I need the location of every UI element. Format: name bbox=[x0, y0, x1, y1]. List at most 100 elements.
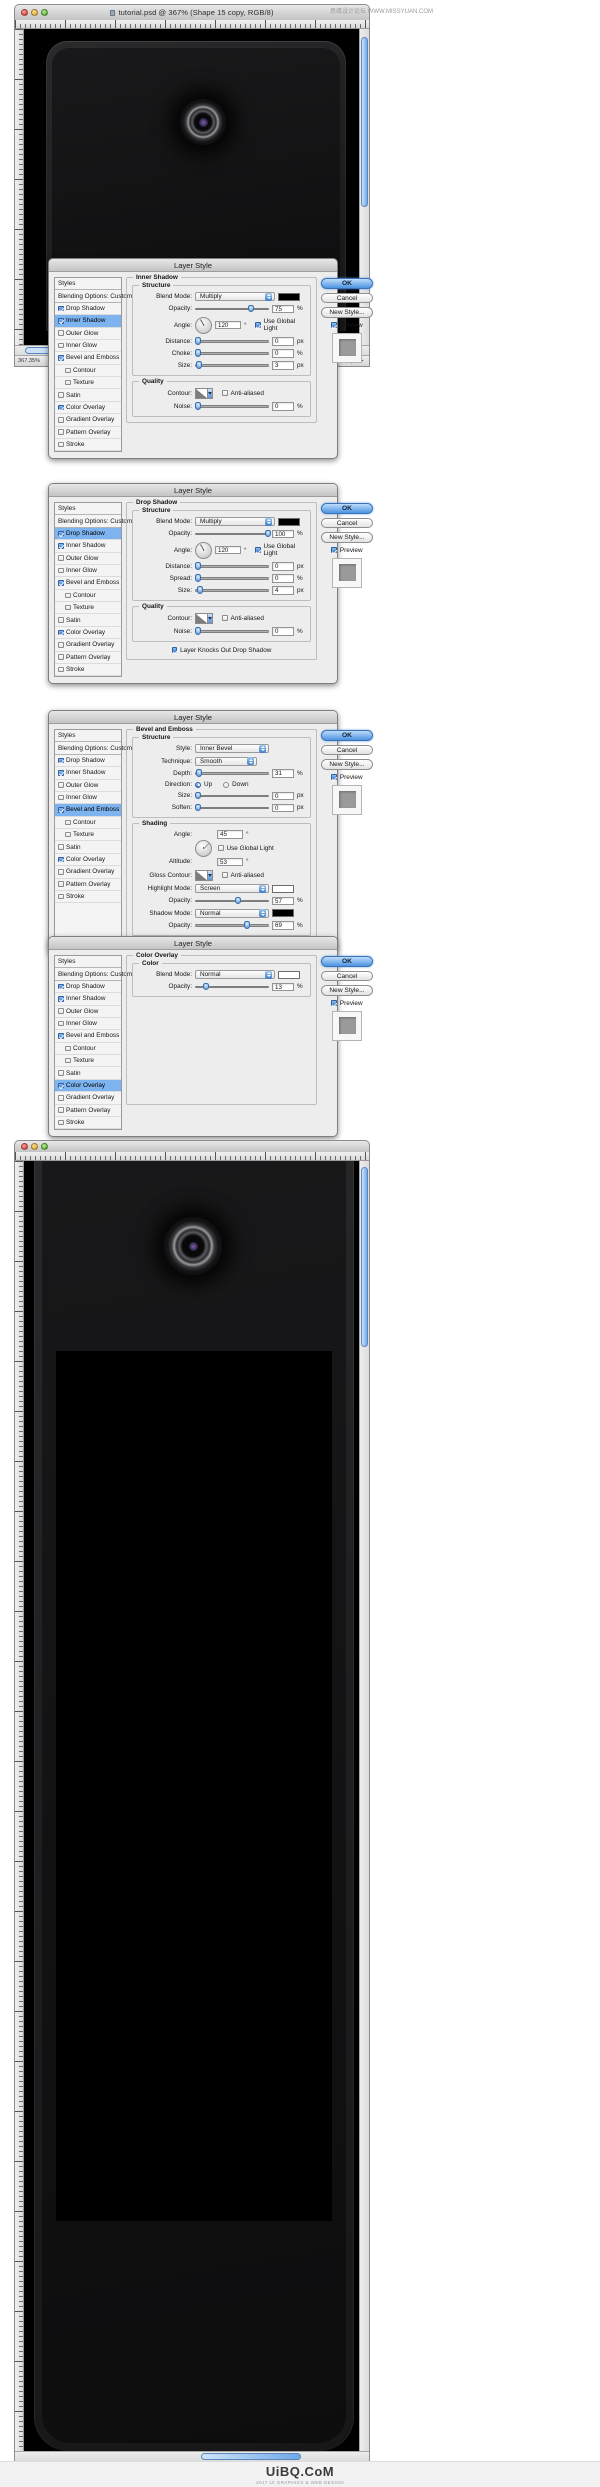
style-item-gradient-overlay-1[interactable]: Gradient Overlay bbox=[55, 414, 121, 427]
preview-checkbox-3[interactable] bbox=[331, 774, 337, 780]
dialog-title-bevel-emboss[interactable]: Layer Style bbox=[49, 711, 337, 724]
cancel-button-2[interactable]: Cancel bbox=[321, 517, 373, 528]
choke-slider-1[interactable] bbox=[195, 349, 269, 357]
horizontal-ruler[interactable] bbox=[15, 20, 369, 29]
style-item-stroke-4[interactable]: Stroke bbox=[55, 1117, 121, 1130]
checkbox-icon[interactable] bbox=[58, 555, 64, 561]
direction-down-radio-3[interactable] bbox=[223, 781, 230, 788]
cancel-button-3[interactable]: Cancel bbox=[321, 744, 373, 755]
contour-preset-picker-2[interactable] bbox=[195, 612, 213, 624]
style-item-pattern-overlay-1[interactable]: Pattern Overlay bbox=[55, 427, 121, 439]
checkbox-icon[interactable] bbox=[58, 1020, 64, 1027]
use-global-light-checkbox-1[interactable] bbox=[255, 322, 261, 328]
highlight-opacity-value-3[interactable]: 57 bbox=[272, 896, 294, 905]
chevron-updown-icon[interactable] bbox=[265, 970, 272, 979]
styles-list-2[interactable]: Styles Blending Options: Custom Drop Sha… bbox=[54, 502, 132, 678]
checkbox-icon[interactable] bbox=[65, 379, 71, 386]
gloss-anti-aliased-checkbox-3[interactable] bbox=[222, 872, 228, 878]
checkbox-icon[interactable] bbox=[58, 530, 64, 537]
style-item-drop-shadow-3[interactable]: Drop Shadow bbox=[55, 755, 121, 768]
anti-aliased-checkbox-1[interactable] bbox=[222, 390, 228, 396]
chevron-down-icon[interactable] bbox=[207, 613, 212, 623]
close-button[interactable] bbox=[21, 1143, 28, 1150]
soften-slider-3[interactable] bbox=[195, 803, 269, 812]
checkbox-icon[interactable] bbox=[58, 893, 64, 900]
slider-knob[interactable] bbox=[248, 304, 255, 313]
checkbox-icon[interactable] bbox=[58, 869, 64, 875]
slider-knob[interactable] bbox=[195, 803, 201, 812]
size-slider-1[interactable] bbox=[195, 361, 269, 369]
slider-knob[interactable] bbox=[195, 574, 201, 582]
style-item-gradient-overlay-4[interactable]: Gradient Overlay bbox=[55, 1092, 121, 1105]
checkbox-icon[interactable] bbox=[58, 1082, 64, 1089]
vertical-scroll-thumb[interactable] bbox=[361, 37, 368, 207]
checkbox-icon[interactable] bbox=[58, 580, 64, 586]
style-item-inner-glow-4[interactable]: Inner Glow bbox=[55, 1018, 121, 1031]
distance-value-1[interactable]: 0 bbox=[272, 337, 294, 346]
style-item-inner-glow-2[interactable]: Inner Glow bbox=[55, 565, 121, 578]
style-item-bevel-emboss-1[interactable]: Bevel and Emboss bbox=[55, 352, 121, 365]
gloss-contour-picker-3[interactable] bbox=[195, 869, 213, 881]
slider-knob[interactable] bbox=[197, 586, 204, 594]
opacity-slider-2[interactable] bbox=[195, 529, 271, 538]
spread-slider-2[interactable] bbox=[195, 574, 269, 582]
document-canvas-bottom[interactable] bbox=[24, 1161, 359, 2451]
style-item-color-overlay-4[interactable]: Color Overlay bbox=[55, 1079, 121, 1093]
distance-slider-2[interactable] bbox=[195, 562, 269, 570]
chevron-down-icon[interactable] bbox=[207, 870, 212, 880]
style-item-outer-glow-3[interactable]: Outer Glow bbox=[55, 780, 121, 792]
checkbox-icon[interactable] bbox=[58, 318, 64, 324]
styles-list-4[interactable]: Styles Blending Options: Custom Drop Sha… bbox=[54, 955, 132, 1131]
layer-style-dialog-color-overlay[interactable]: Layer Style Styles Blending Options: Cus… bbox=[48, 936, 373, 1138]
choke-value-1[interactable]: 0 bbox=[272, 349, 294, 358]
checkbox-icon[interactable] bbox=[58, 617, 64, 623]
chevron-updown-icon[interactable] bbox=[265, 517, 272, 526]
window-titlebar-bottom[interactable] bbox=[14, 1140, 370, 1152]
dialog-title-drop-shadow[interactable]: Layer Style bbox=[49, 484, 337, 497]
style-item-satin-1[interactable]: Satin bbox=[55, 389, 121, 402]
vertical-ruler-bottom[interactable] bbox=[15, 1161, 24, 2451]
preview-checkbox-2[interactable] bbox=[331, 547, 337, 553]
spread-value-2[interactable]: 0 bbox=[272, 574, 294, 583]
size-value-3[interactable]: 0 bbox=[272, 791, 294, 800]
checkbox-icon[interactable] bbox=[58, 417, 64, 423]
zoom-level-top[interactable]: 367.35% bbox=[18, 358, 52, 364]
slider-knob[interactable] bbox=[195, 791, 201, 800]
styles-header-4[interactable]: Styles bbox=[55, 956, 121, 969]
checkbox-icon[interactable] bbox=[58, 770, 64, 776]
new-style-button-1[interactable]: New Style... bbox=[321, 307, 373, 318]
style-item-inner-shadow-3[interactable]: Inner Shadow bbox=[55, 767, 121, 780]
opacity-value-2[interactable]: 100 bbox=[272, 529, 294, 538]
checkbox-icon[interactable] bbox=[58, 543, 64, 549]
style-item-drop-shadow-2[interactable]: Drop Shadow bbox=[55, 527, 121, 541]
technique-select-3[interactable]: Smooth bbox=[195, 756, 257, 766]
slider-knob[interactable] bbox=[203, 982, 210, 991]
blending-options-1[interactable]: Blending Options: Custom bbox=[55, 290, 132, 303]
style-item-pattern-overlay-3[interactable]: Pattern Overlay bbox=[55, 879, 121, 891]
blend-color-swatch-2[interactable] bbox=[278, 517, 300, 526]
style-item-bevel-emboss-3[interactable]: Bevel and Emboss bbox=[55, 804, 121, 817]
style-item-drop-shadow-1[interactable]: Drop Shadow bbox=[55, 303, 121, 316]
anti-aliased-checkbox-2[interactable] bbox=[222, 615, 228, 621]
zoom-button[interactable] bbox=[41, 1143, 48, 1150]
checkbox-icon[interactable] bbox=[58, 856, 64, 863]
style-item-texture-2[interactable]: Texture bbox=[55, 602, 121, 615]
checkbox-icon[interactable] bbox=[65, 1045, 71, 1052]
style-item-texture-1[interactable]: Texture bbox=[55, 377, 121, 390]
vertical-scroll-thumb-bottom[interactable] bbox=[361, 1167, 368, 1347]
angle-dial-1[interactable] bbox=[195, 316, 212, 334]
highlight-opacity-slider-3[interactable] bbox=[195, 896, 269, 905]
cancel-button-4[interactable]: Cancel bbox=[321, 970, 373, 981]
style-item-bevel-emboss-2[interactable]: Bevel and Emboss bbox=[55, 577, 121, 590]
slider-knob[interactable] bbox=[195, 402, 201, 410]
angle-value-1[interactable]: 120 bbox=[215, 320, 241, 330]
style-item-pattern-overlay-2[interactable]: Pattern Overlay bbox=[55, 652, 121, 664]
checkbox-icon[interactable] bbox=[65, 831, 71, 838]
contour-preset-picker-1[interactable] bbox=[195, 387, 213, 399]
checkbox-icon[interactable] bbox=[65, 592, 71, 599]
ok-button-2[interactable]: OK bbox=[321, 503, 373, 514]
checkbox-icon[interactable] bbox=[58, 1033, 64, 1039]
altitude-value-3[interactable]: 53 bbox=[217, 857, 243, 866]
highlight-mode-select-3[interactable]: Screen bbox=[195, 884, 269, 893]
slider-knob[interactable] bbox=[196, 361, 203, 369]
